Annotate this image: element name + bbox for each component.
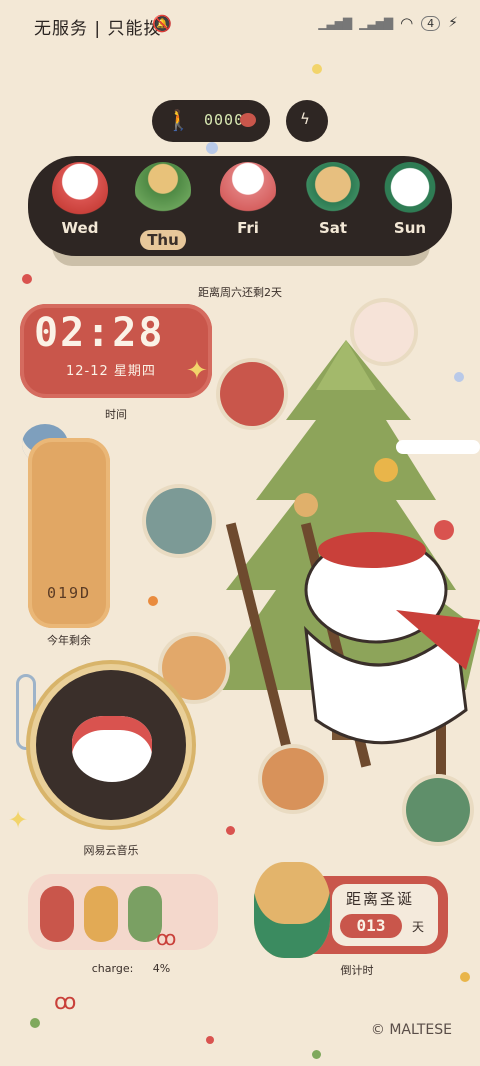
day-label: Fri — [237, 219, 259, 237]
clock-time: 02:28 — [34, 310, 165, 356]
wifi-icon: ◠ — [400, 14, 414, 32]
music-widget[interactable] — [36, 670, 186, 820]
sparkle-icon: ✦ — [8, 806, 29, 834]
confetti-dot — [206, 1036, 214, 1044]
penguin-bubble[interactable] — [262, 748, 324, 810]
signal-icon: ▁▃▅▇ — [318, 16, 352, 30]
confetti-dot — [312, 1050, 321, 1059]
battery-caption-value: 4% — [152, 962, 171, 975]
confetti-dot — [312, 64, 322, 74]
confetti-dot — [206, 142, 218, 154]
battery-cell-yellow — [84, 886, 118, 942]
confetti-dot — [30, 1018, 40, 1028]
flashlight-button[interactable]: ϟ — [286, 100, 328, 142]
day-sat[interactable]: Sat — [298, 162, 368, 237]
battery-caption: charge: 4% — [86, 962, 176, 975]
confetti-dot — [148, 596, 158, 606]
bear-blanket-icon — [135, 162, 191, 218]
countdown-card: 距离圣诞 013 天 — [332, 884, 438, 946]
day-thu[interactable]: Thu — [128, 162, 198, 250]
battery-badge: 4 — [421, 15, 441, 31]
day-fri[interactable]: Fri — [213, 162, 283, 237]
confetti-dot — [460, 972, 470, 982]
week-widget[interactable]: Wed Thu Fri Sat Sun — [28, 156, 452, 256]
year-caption: 今年剩余 — [47, 634, 91, 647]
letter-bubble[interactable] — [220, 362, 284, 426]
confetti-dot — [226, 826, 235, 835]
countdown-days: 013 — [340, 914, 402, 938]
mute-bell-icon: 🔕 — [152, 14, 172, 33]
bear-santa-hat-icon — [382, 162, 438, 218]
year-remaining-widget[interactable]: 019D — [28, 438, 110, 628]
day-label: Sat — [318, 219, 348, 237]
countdown-title: 距离圣诞 — [346, 890, 415, 908]
bolt-icon: ϟ — [300, 110, 310, 128]
day-sun[interactable]: Sun — [375, 162, 445, 237]
clock-widget[interactable]: 02:28 12-12 星期四 — [20, 304, 212, 398]
ribbon-icon: ꝏ — [156, 926, 177, 950]
battery-caption-label: charge: — [91, 962, 134, 975]
status-indicators: ▁▃▅▇ ▁▃▅▇ ◠ 4 ⚡ — [318, 14, 458, 32]
bear-headband-icon — [72, 716, 152, 782]
walking-icon: 🚶 — [166, 108, 191, 132]
carrier-text: 无服务 | 只能拨 — [34, 19, 162, 39]
day-label: Sun — [393, 219, 427, 237]
signal-icon: ▁▃▅▇ — [359, 16, 393, 30]
heart-card-bubble[interactable] — [354, 302, 414, 362]
stamp-bubble[interactable] — [146, 488, 212, 554]
day-label: Wed — [61, 219, 99, 237]
battery-widget[interactable]: ꝏ — [28, 874, 218, 950]
music-caption: 网易云音乐 — [83, 844, 139, 857]
tonearm-icon — [16, 674, 36, 750]
countdown-unit: 天 — [412, 920, 425, 934]
charging-icon: ⚡ — [448, 15, 458, 31]
steps-count: 0000 — [204, 111, 245, 129]
countdown-caption: 倒计时 — [340, 964, 374, 977]
day-label-active: Thu — [140, 230, 186, 250]
day-wed[interactable]: Wed — [45, 162, 115, 237]
copyright-text: © MALTESE — [370, 1022, 452, 1038]
bear-hat-bubble[interactable] — [162, 636, 226, 700]
ribbon-icon: ꝏ — [54, 990, 77, 1015]
clock-caption: 时间 — [105, 408, 127, 421]
year-days-left: 019D — [46, 584, 92, 602]
clock-date: 12-12 星期四 — [66, 364, 156, 379]
battery-cell-red — [40, 886, 74, 942]
weekend-countdown-caption: 距离周六还剩2天 — [198, 286, 282, 299]
confetti-dot — [22, 274, 32, 284]
status-bar: 无服务 | 只能拨 🔕 ▁▃▅▇ ▁▃▅▇ ◠ 4 ⚡ — [0, 0, 480, 52]
reindeer-icon — [305, 162, 361, 218]
steps-widget[interactable]: 🚶 0000 — [152, 100, 270, 142]
reindeer-scarf-icon — [254, 862, 330, 958]
bear-apple-icon — [52, 162, 108, 218]
heart-sticker-icon — [240, 113, 256, 127]
bear-small-bubble[interactable] — [406, 778, 470, 842]
bear-stocking-icon — [220, 162, 276, 218]
